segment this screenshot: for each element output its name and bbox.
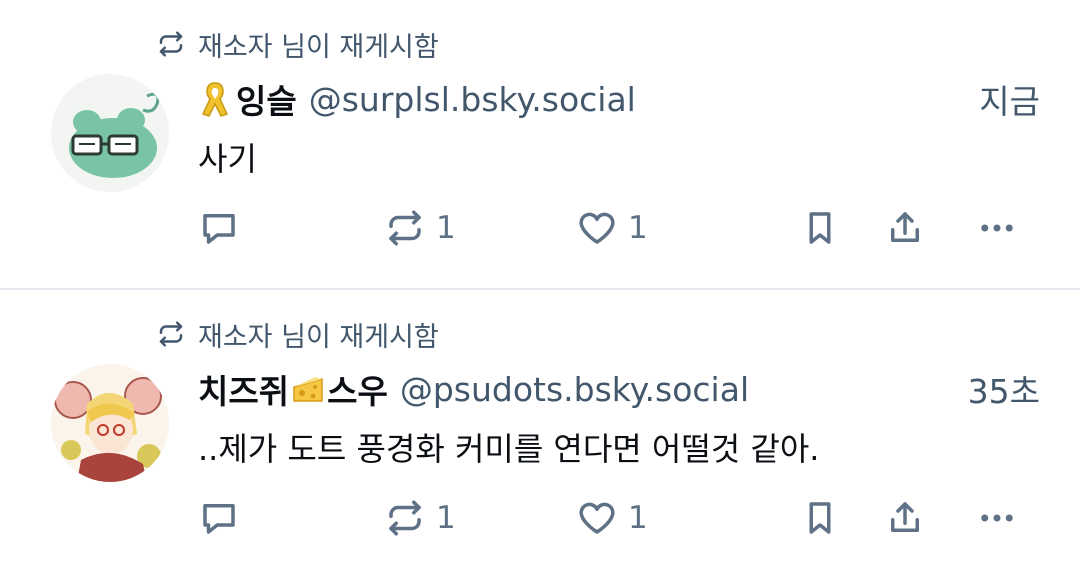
share-icon: [884, 207, 926, 249]
repost-indicator[interactable]: 재소자 님이 재게시함: [156, 26, 439, 63]
more-options-button[interactable]: [976, 200, 1018, 256]
ellipsis-icon: [976, 497, 1018, 539]
avatar[interactable]: [51, 364, 169, 482]
reply-button[interactable]: [198, 200, 250, 256]
ellipsis-icon: [976, 207, 1018, 249]
more-options-button[interactable]: [976, 490, 1018, 546]
handle[interactable]: @surplsl.bsky.social: [309, 80, 636, 119]
yellow-ribbon-icon: [198, 79, 232, 119]
heart-icon: [576, 207, 618, 249]
post-text: 사기: [198, 140, 257, 178]
bookmark-button[interactable]: [799, 200, 841, 256]
post[interactable]: 재소자 님이 재게시함 치즈쥐 스우 @psudots.bsky.social …: [0, 290, 1080, 576]
bookmark-button[interactable]: [799, 490, 841, 546]
repost-label: 재소자 님이 재게시함: [198, 321, 439, 353]
like-button[interactable]: 1: [576, 490, 648, 546]
repost-icon: [384, 207, 426, 249]
avatar[interactable]: [51, 74, 169, 192]
post-header: 잉슬 @surplsl.bsky.social 지금: [198, 76, 1040, 122]
repost-icon: [156, 319, 186, 349]
timestamp[interactable]: 지금: [979, 76, 1040, 122]
timestamp[interactable]: 35초: [968, 366, 1040, 412]
like-count: 1: [628, 500, 648, 536]
post-text: ..제가 도트 풍경화 커미를 연다면 어떨것 같아.: [198, 430, 820, 468]
repost-icon: [384, 497, 426, 539]
share-button[interactable]: [884, 200, 926, 256]
post[interactable]: 재소자 님이 재게시함 잉슬 @surplsl.bsky.social 지금 사…: [0, 0, 1080, 288]
repost-icon: [156, 29, 186, 59]
bookmark-icon: [799, 497, 841, 539]
post-actions: 1 1: [0, 200, 1080, 256]
like-button[interactable]: 1: [576, 200, 648, 256]
handle[interactable]: @psudots.bsky.social: [400, 370, 749, 409]
cheese-icon: [291, 369, 325, 409]
repost-count: 1: [436, 500, 456, 536]
repost-button[interactable]: 1: [384, 200, 456, 256]
post-header: 치즈쥐 스우 @psudots.bsky.social 35초: [198, 366, 1040, 412]
bookmark-icon: [799, 207, 841, 249]
post-actions: 1 1: [0, 490, 1080, 546]
heart-icon: [576, 497, 618, 539]
share-button[interactable]: [884, 490, 926, 546]
reply-icon: [198, 497, 240, 539]
display-name-suffix[interactable]: 스우: [327, 365, 388, 413]
display-name[interactable]: 잉슬: [236, 75, 297, 123]
share-icon: [884, 497, 926, 539]
repost-button[interactable]: 1: [384, 490, 456, 546]
reply-icon: [198, 207, 240, 249]
reply-button[interactable]: [198, 490, 250, 546]
like-count: 1: [628, 210, 648, 246]
repost-label: 재소자 님이 재게시함: [198, 31, 439, 63]
feed: 재소자 님이 재게시함 잉슬 @surplsl.bsky.social 지금 사…: [0, 0, 1080, 576]
repost-indicator[interactable]: 재소자 님이 재게시함: [156, 316, 439, 353]
display-name-prefix[interactable]: 치즈쥐: [198, 365, 289, 413]
repost-count: 1: [436, 210, 456, 246]
